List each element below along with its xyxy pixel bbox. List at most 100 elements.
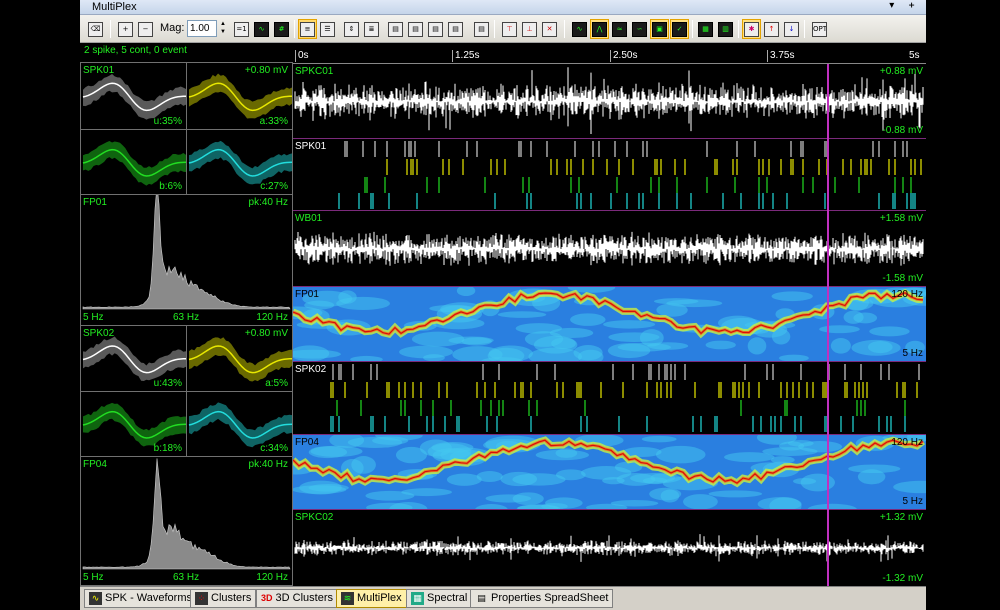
spk01-u-percent: u:35% — [153, 116, 182, 127]
color-map-icon: ✱ — [744, 21, 759, 37]
color-map-button[interactable]: ✱ — [742, 19, 761, 39]
spk02-b-percent: b:18% — [153, 443, 182, 454]
spk01-unit-b-cell[interactable]: b:6% — [80, 129, 187, 195]
eraser-button[interactable]: ⌫ — [86, 19, 105, 39]
list-layout-icon: ≡ — [300, 21, 315, 37]
fp01-x-min: 5 Hz — [83, 312, 104, 323]
marker-up-button[interactable]: ⊥ — [520, 19, 539, 39]
spk01-raster — [338, 141, 922, 209]
sort-up-button[interactable]: ↑ — [762, 19, 781, 39]
spk01-unit-u-cell[interactable]: SPK01 u:35% — [80, 62, 187, 130]
channel-2-button[interactable]: ▤ — [406, 19, 425, 39]
tab-label: Spectral — [427, 592, 468, 604]
multi-view-icon: ▦ — [698, 21, 713, 37]
spk01-unit-c-cell[interactable]: c:27% — [186, 129, 293, 195]
align-icon: ⇕ — [344, 21, 359, 37]
spectrum-view-icon: ▣ — [652, 21, 667, 37]
channel-3-button[interactable]: ▤ — [426, 19, 445, 39]
wb01-trace-panel[interactable]: WB01 +1.58 mV -1.58 mV — [293, 211, 926, 287]
fp01-x-max: 120 Hz — [256, 312, 288, 323]
title-bar: MultiPlex ▾ ᚐ — [80, 0, 926, 15]
time-cursor[interactable] — [827, 64, 829, 586]
view-filter-button[interactable]: ∽ — [630, 19, 649, 39]
window-controls[interactable]: ▾ ᚐ — [889, 0, 920, 11]
fp01-spectrogram-label: FP01 — [295, 289, 319, 300]
fp04-spectrum-cell[interactable]: FP04 pk:40 Hz 5 Hz 63 Hz 120 Hz — [80, 456, 293, 586]
tab-label: 3D Clusters — [275, 592, 333, 604]
spk02-range: +0.80 mV — [244, 328, 288, 339]
spectral-icon: ▦ — [411, 592, 424, 605]
spk01-unit-a-cell[interactable]: +0.80 mV a:33% — [186, 62, 293, 130]
grid-button[interactable]: # — [272, 19, 291, 39]
marker-clear-button[interactable]: ✕ — [540, 19, 559, 39]
view-multi-button[interactable]: ▦ — [696, 19, 715, 39]
window-title: MultiPlex — [92, 1, 137, 13]
tab-clusters[interactable]: ⁘ Clusters — [190, 589, 257, 608]
view-bars-button[interactable]: ▥ — [716, 19, 735, 39]
fp04-peak: pk:40 Hz — [248, 459, 288, 470]
fp04-x-min: 5 Hz — [83, 572, 104, 583]
align-button[interactable]: ⇕ — [342, 19, 361, 39]
fp04-x-max: 120 Hz — [256, 572, 288, 583]
bars-view-icon: ▥ — [718, 21, 733, 37]
spkc01-trace-panel[interactable]: SPKC01 +0.88 mV -0.88 mV — [293, 64, 926, 139]
spk02-raster-panel[interactable]: SPK02 — [293, 362, 926, 435]
marker-red-button[interactable]: ⊤ — [500, 19, 519, 39]
tab-spk-waveforms[interactable]: ∿ SPK - Waveforms — [84, 589, 197, 608]
spk02-u-percent: u:43% — [153, 378, 182, 389]
timeline-panel: 0s 1.25s 2.50s 3.75s 5s SPKC01 +0.88 mV … — [293, 43, 926, 586]
spkc02-bottom-range: -1.32 mV — [882, 573, 923, 584]
channel-icon: ▤ — [408, 21, 423, 37]
tab-properties-spreadsheet[interactable]: ▤ Properties SpreadSheet — [470, 589, 614, 608]
status-text: 2 spike, 5 cont, 0 event — [84, 45, 187, 56]
view-check-button[interactable]: ✓ — [670, 19, 689, 39]
layout-list-button[interactable]: ≡ — [298, 19, 317, 39]
spk02-a-percent: a:5% — [265, 378, 288, 389]
options-button[interactable]: OPT — [810, 19, 829, 39]
channel-icon: ▤ — [388, 21, 403, 37]
spk02-unit-u-cell[interactable]: SPK02 u:43% — [80, 325, 187, 392]
stack-button[interactable]: ≣ — [362, 19, 381, 39]
tab-3d-clusters[interactable]: 3D 3D Clusters — [256, 589, 338, 608]
tab-label: MultiPlex — [357, 592, 402, 604]
toolbar-separator — [110, 20, 111, 38]
fp04-spectrogram-panel[interactable]: FP04 120 Hz 5 Hz — [293, 435, 926, 510]
view-wave-button[interactable]: ≈ — [610, 19, 629, 39]
channel-1-button[interactable]: ▤ — [386, 19, 405, 39]
view-spike-button[interactable]: ⋀ — [590, 19, 609, 39]
fp01-spectrum — [82, 195, 291, 310]
view-trace-button[interactable]: ∿ — [570, 19, 589, 39]
tab-multiplex[interactable]: ≋ MultiPlex — [336, 589, 407, 608]
spk02-name: SPK02 — [83, 328, 115, 339]
mag-spinner[interactable]: ▲ ▼ — [218, 20, 228, 37]
layout-rows-button[interactable]: ☰ — [318, 19, 337, 39]
spkc02-trace-panel[interactable]: SPKC02 +1.32 mV -1.32 mV — [293, 510, 926, 586]
spk01-raster-panel[interactable]: SPK01 — [293, 139, 926, 211]
tab-spectral[interactable]: ▦ Spectral — [406, 589, 473, 608]
spk02-unit-c-cell[interactable]: c:34% — [186, 391, 293, 457]
mag-input[interactable] — [187, 20, 217, 37]
channel-5-button[interactable]: ▤ — [472, 19, 491, 39]
tab-label: Clusters — [211, 592, 252, 604]
marker-icon: ⊤ — [502, 21, 517, 37]
fp04-spectrogram — [293, 435, 926, 509]
waveforms-icon: ∿ — [89, 592, 102, 605]
time-tick: 3.75s — [767, 50, 794, 62]
spk02-unit-b-cell[interactable]: b:18% — [80, 391, 187, 457]
channel-4-button[interactable]: ▤ — [446, 19, 465, 39]
spk02-unit-a-cell[interactable]: +0.80 mV a:5% — [186, 325, 293, 392]
fp01-spectrum-cell[interactable]: FP01 pk:40 Hz 5 Hz 63 Hz 120 Hz — [80, 194, 293, 326]
left-panel: 2 spike, 5 cont, 0 event SPK01 u:35% +0.… — [80, 43, 293, 586]
channel-icon: ▤ — [474, 21, 489, 37]
fp04-spectrogram-label: FP04 — [295, 437, 319, 448]
mag-reset-button[interactable]: =1 — [232, 19, 251, 39]
zoom-in-button[interactable]: + — [116, 19, 135, 39]
fp04-bottom-freq: 5 Hz — [902, 496, 923, 507]
sort-down-button[interactable]: ↓ — [782, 19, 801, 39]
mag-label: Mag: — [160, 22, 185, 34]
scope-button[interactable]: ∿ — [252, 19, 271, 39]
time-axis: 0s 1.25s 2.50s 3.75s 5s — [293, 50, 926, 64]
fp01-spectrogram-panel[interactable]: FP01 120 Hz 5 Hz — [293, 287, 926, 362]
zoom-out-button[interactable]: − — [136, 19, 155, 39]
view-spectrum-button[interactable]: ▣ — [650, 19, 669, 39]
